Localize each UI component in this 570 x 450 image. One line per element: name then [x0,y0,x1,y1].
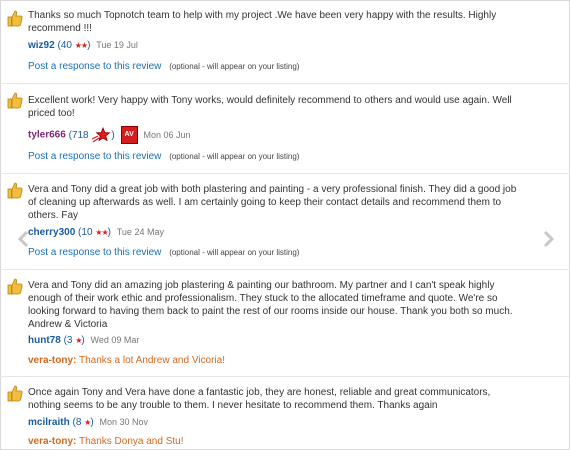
review-date: Wed 09 Mar [90,335,140,345]
review-text: Once again Tony and Vera have done a fan… [28,387,491,411]
av-badge: AV [120,126,138,144]
thumbs-up-icon [7,10,23,27]
feedback-count: (10 ★★) [78,227,111,238]
post-response-note: (optional - will appear on your listing) [169,152,300,161]
seller-reply: vera-tony: Thanks Donya and Stu! [28,436,183,447]
feedback-count: (718 ) [69,127,115,143]
feedback-count: (3 ★) [63,335,85,346]
review-meta: cherry300 (10 ★★) Tue 24 May [28,225,164,240]
rating-stars-icon: ★ [75,336,82,345]
thumbs-up-icon [7,182,23,199]
review-date: Tue 19 Jul [96,40,138,50]
review-text: Vera and Tony did an amazing job plaster… [28,280,513,330]
reply-message: Thanks a lot Andrew and Vicoria! [78,355,225,366]
post-response-note: (optional - will appear on your listing) [169,62,300,71]
review-meta: wiz92 (40 ★★) Tue 19 Jul [28,38,138,53]
divider [0,83,570,84]
review-date: Mon 30 Nov [99,417,148,427]
reply-author[interactable]: vera-tony: [28,355,76,366]
reply-author[interactable]: vera-tony: [28,436,76,447]
divider [0,269,570,270]
post-response-link[interactable]: Post a response to this review [28,61,161,72]
review-text: Thanks so much Topnotch team to help wit… [28,10,497,34]
reviewer-name[interactable]: tyler666 [28,130,66,141]
feedback-count: (40 ★★) [57,40,91,51]
divider [0,173,570,174]
seller-reply: vera-tony: Thanks a lot Andrew and Vicor… [28,355,225,366]
rating-stars-icon: ★★ [74,41,88,50]
post-response-link[interactable]: Post a response to this review [28,151,161,162]
thumbs-up-icon [7,385,23,402]
thumbs-up-icon [7,278,23,295]
rating-stars-icon: ★ [84,418,91,427]
reviewer-name[interactable]: cherry300 [28,227,75,238]
post-response-note: (optional - will appear on your listing) [169,248,300,257]
review-meta: mcilraith (8 ★) Mon 30 Nov [28,415,148,430]
post-response: Post a response to this review (optional… [28,151,299,162]
review-date: Mon 06 Jun [143,129,191,140]
divider [0,376,570,377]
reviewer-name[interactable]: wiz92 [28,40,55,51]
review-text: Vera and Tony did a great job with both … [28,184,517,221]
post-response: Post a response to this review (optional… [28,247,299,258]
review-meta: tyler666 (718 ) AV Mon 06 Jun [28,126,191,144]
review-text: Excellent work! Very happy with Tony wor… [28,95,512,119]
reviewer-name[interactable]: mcilraith [28,417,70,428]
shooting-star-icon [92,127,111,143]
reviewer-name[interactable]: hunt78 [28,335,61,346]
rating-stars-icon: ★★ [95,228,108,237]
next-arrow-icon[interactable] [542,230,556,248]
thumbs-up-icon [7,92,23,109]
feedback-count: (8 ★) [72,417,94,428]
reply-message: Thanks Donya and Stu! [78,436,184,447]
review-meta: hunt78 (3 ★) Wed 09 Mar [28,333,139,348]
post-response: Post a response to this review (optional… [28,61,299,72]
post-response-link[interactable]: Post a response to this review [28,247,161,258]
review-date: Tue 24 May [116,227,164,237]
